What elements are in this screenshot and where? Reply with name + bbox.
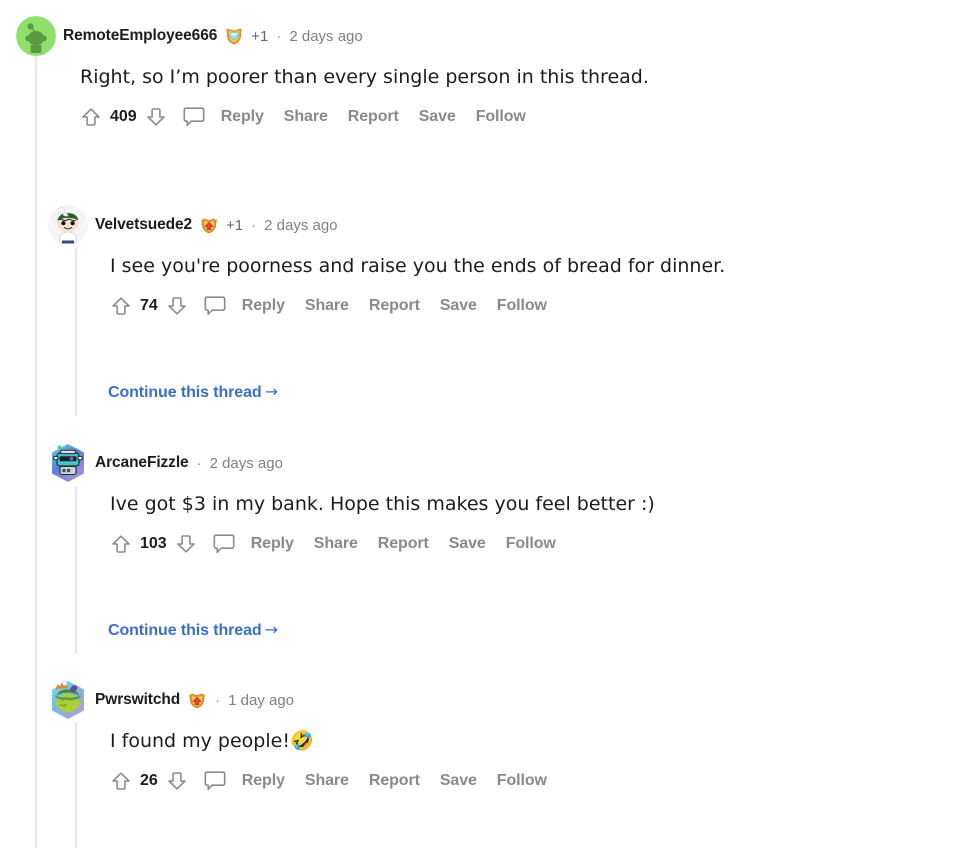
upvote-icon[interactable]	[76, 102, 106, 132]
vote-score: 409	[110, 108, 137, 125]
report-button[interactable]: Report	[359, 297, 430, 315]
orange-uparrow-shield-award-icon[interactable]	[187, 690, 207, 710]
comment-author[interactable]: ArcaneFizzle	[95, 454, 189, 472]
comment-timestamp: 2 days ago	[264, 216, 338, 234]
comment-body-text: I found my people!	[110, 730, 290, 752]
comment-bubble-icon[interactable]	[198, 291, 232, 321]
award-count: +1	[251, 27, 269, 45]
reply-button[interactable]: Reply	[232, 297, 295, 315]
comment-header: Velvetsuede2 +1 · 2 days ago	[48, 205, 725, 245]
upvote-icon[interactable]	[106, 291, 136, 321]
vote-group: 26	[106, 766, 192, 796]
separator-dot: ·	[215, 691, 221, 709]
comment-thread: RemoteEmployee666 +1 · 2 days ago Right,…	[0, 0, 960, 848]
reply-button[interactable]: Reply	[211, 108, 274, 126]
continue-thread-label: Continue this thread	[108, 384, 262, 401]
teal-robot-avatar[interactable]	[48, 443, 88, 483]
comment-body: Right, so I’m poorer than every single p…	[80, 66, 649, 88]
downvote-icon[interactable]	[171, 529, 201, 559]
upvote-icon[interactable]	[106, 766, 136, 796]
vote-score: 103	[140, 535, 167, 552]
comment-timestamp: 2 days ago	[209, 454, 283, 472]
comment: Velvetsuede2 +1 · 2 days ago I see you'r…	[48, 205, 725, 322]
gem-shield-award-icon[interactable]	[224, 26, 244, 46]
separator-dot: ·	[196, 454, 202, 472]
comment-actions: 26 Reply Share Report Save Follow	[106, 765, 557, 797]
separator-dot: ·	[251, 216, 257, 234]
rofl-emoji: 🤣	[289, 730, 314, 752]
comment: RemoteEmployee666 +1 · 2 days ago Right,…	[16, 16, 649, 133]
report-button[interactable]: Report	[368, 535, 439, 553]
comment-actions: 103 Reply Share Report Save Follow	[106, 528, 655, 560]
comment-author[interactable]: Velvetsuede2	[95, 216, 192, 234]
comment-author[interactable]: RemoteEmployee666	[63, 27, 217, 45]
follow-button[interactable]: Follow	[487, 772, 557, 790]
comment-header: ArcaneFizzle · 2 days ago	[48, 443, 655, 483]
vote-score: 74	[140, 297, 158, 314]
reply-button[interactable]: Reply	[241, 535, 304, 553]
comment-timestamp: 1 day ago	[228, 691, 295, 709]
vote-group: 103	[106, 529, 201, 559]
report-button[interactable]: Report	[359, 772, 430, 790]
comment-actions: 74 Reply Share Report Save Follow	[106, 290, 725, 322]
share-button[interactable]: Share	[295, 772, 359, 790]
orange-uparrow-shield-award-icon[interactable]	[199, 215, 219, 235]
comment: Pwrswitchd · 1 day ago I found my people…	[48, 680, 557, 797]
save-button[interactable]: Save	[409, 108, 466, 126]
arrow-right-icon: →	[264, 382, 278, 401]
comment-body: Ive got $3 in my bank. Hope this makes y…	[110, 493, 655, 515]
continue-thread-label: Continue this thread	[108, 622, 262, 639]
vote-score: 26	[140, 772, 158, 789]
comment-header: RemoteEmployee666 +1 · 2 days ago	[16, 16, 649, 56]
downvote-icon[interactable]	[141, 102, 171, 132]
comment-header: Pwrswitchd · 1 day ago	[48, 680, 557, 720]
share-button[interactable]: Share	[304, 535, 368, 553]
vote-group: 74	[106, 291, 192, 321]
crowned-green-creature-avatar[interactable]	[48, 680, 88, 720]
threadline-root[interactable]	[35, 56, 37, 848]
follow-button[interactable]: Follow	[487, 297, 557, 315]
share-button[interactable]: Share	[274, 108, 338, 126]
arrow-right-icon: →	[264, 620, 278, 639]
continue-thread-link[interactable]: Continue this thread →	[108, 382, 278, 402]
share-button[interactable]: Share	[295, 297, 359, 315]
reply-button[interactable]: Reply	[232, 772, 295, 790]
award-count: +1	[226, 216, 244, 234]
snoo-green-avatar[interactable]	[16, 16, 56, 56]
follow-button[interactable]: Follow	[496, 535, 566, 553]
follow-button[interactable]: Follow	[466, 108, 536, 126]
upvote-icon[interactable]	[106, 529, 136, 559]
comment-bubble-icon[interactable]	[198, 766, 232, 796]
comment-timestamp: 2 days ago	[289, 27, 363, 45]
comment-body: I found my people!🤣	[110, 727, 557, 755]
report-button[interactable]: Report	[338, 108, 409, 126]
vote-group: 409	[76, 102, 171, 132]
chef-hat-snoo-avatar[interactable]	[48, 205, 88, 245]
downvote-icon[interactable]	[162, 291, 192, 321]
comment: ArcaneFizzle · 2 days ago Ive got $3 in …	[48, 443, 655, 560]
continue-thread-link[interactable]: Continue this thread →	[108, 620, 278, 640]
comment-actions: 409 Reply Share Report Save Follow	[76, 101, 649, 133]
separator-dot: ·	[276, 27, 282, 45]
downvote-icon[interactable]	[162, 766, 192, 796]
comment-bubble-icon[interactable]	[207, 529, 241, 559]
save-button[interactable]: Save	[430, 772, 487, 790]
comment-body: I see you're poorness and raise you the …	[110, 255, 726, 277]
comment-author[interactable]: Pwrswitchd	[95, 691, 180, 709]
comment-bubble-icon[interactable]	[177, 102, 211, 132]
save-button[interactable]: Save	[430, 297, 487, 315]
save-button[interactable]: Save	[439, 535, 496, 553]
